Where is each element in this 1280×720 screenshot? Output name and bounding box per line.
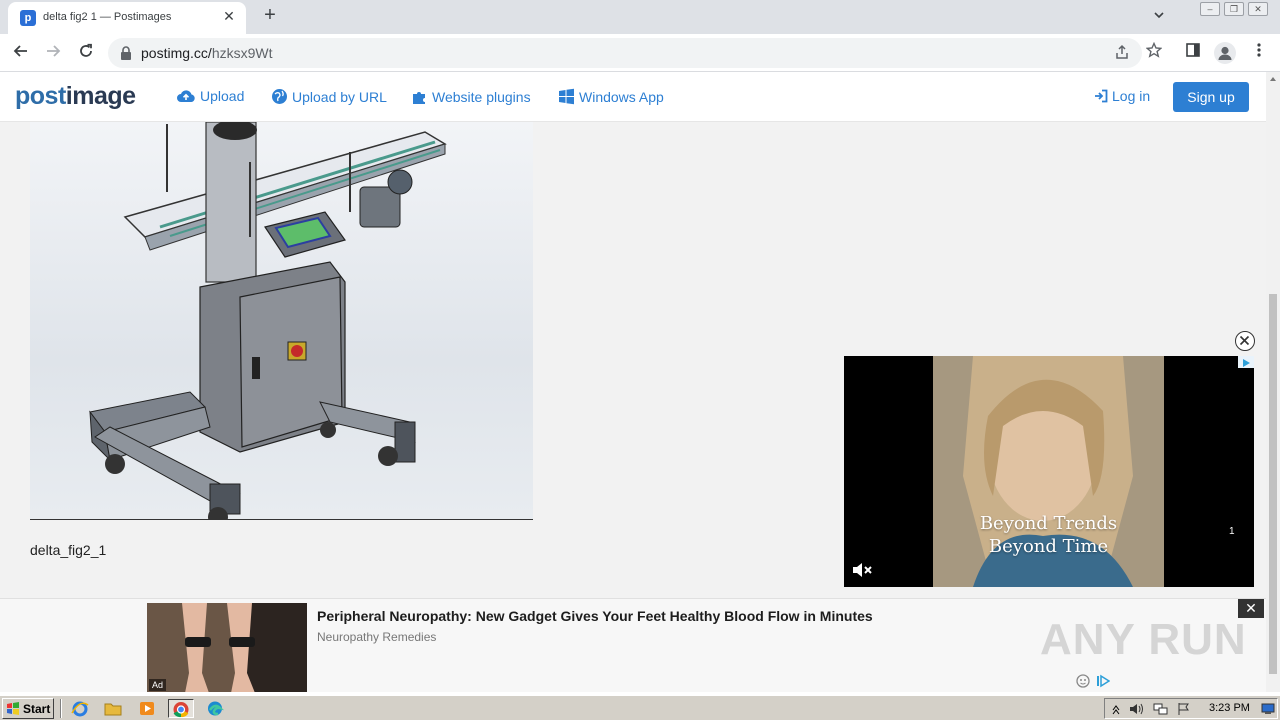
new-tab-button[interactable]: + <box>258 4 282 27</box>
ad-headline[interactable]: Peripheral Neuropathy: New Gadget Gives … <box>317 608 873 624</box>
internet-explorer-icon[interactable] <box>70 699 90 718</box>
back-arrow-icon[interactable] <box>10 42 32 64</box>
logo-post: post <box>15 82 66 110</box>
postimage-logo[interactable]: postimage <box>15 82 136 111</box>
uploaded-image[interactable] <box>30 122 533 520</box>
logo-image: image <box>65 82 136 110</box>
taskbar-separator <box>60 699 62 718</box>
page-scrollbar[interactable] <box>1266 72 1280 692</box>
upload-by-url-link[interactable]: Upload by URL <box>271 88 387 105</box>
browser-tab[interactable]: p delta fig2 1 — Postimages ✕ <box>8 2 246 34</box>
postimages-favicon-icon: p <box>20 10 36 26</box>
ad-badge: Ad <box>149 679 167 691</box>
bookmark-star-icon[interactable] <box>1143 41 1165 64</box>
kebab-menu-icon[interactable] <box>1248 42 1270 64</box>
ad-brand-icons[interactable] <box>1076 674 1110 688</box>
volume-icon[interactable] <box>1129 702 1145 716</box>
video-ad-counter: 1 <box>1229 526 1235 537</box>
smiley-icon <box>1076 674 1090 688</box>
adchoices-logo-icon <box>1097 674 1110 688</box>
lock-icon[interactable] <box>120 45 132 61</box>
legs-illustration <box>147 603 307 692</box>
website-plugins-link[interactable]: Website plugins <box>411 88 531 105</box>
windows-app-link[interactable]: Windows App <box>558 88 664 105</box>
url-text[interactable]: postimg.cc/hzksx9Wt <box>141 45 273 61</box>
video-ad-line-1: Beyond Trends <box>979 513 1118 534</box>
muted-speaker-icon[interactable] <box>851 560 873 580</box>
login-link[interactable]: Log in <box>1094 88 1150 104</box>
windows-logo-icon <box>559 88 574 105</box>
chrome-icon[interactable] <box>168 699 194 718</box>
close-window-icon[interactable]: ✕ <box>1248 2 1268 16</box>
window-controls: – ❐ ✕ <box>1200 2 1268 16</box>
start-button[interactable]: Start <box>2 698 54 719</box>
cloud-upload-icon <box>177 90 195 102</box>
website-plugins-label: Website plugins <box>432 88 531 105</box>
adchoices-icon[interactable] <box>1238 356 1254 368</box>
system-tray <box>1104 698 1278 719</box>
sign-in-icon <box>1095 89 1108 103</box>
tab-search-chevron-icon[interactable] <box>1152 8 1166 27</box>
profile-avatar-icon[interactable] <box>1214 42 1236 64</box>
tab-title: delta fig2 1 — Postimages <box>43 11 172 23</box>
signup-button[interactable]: Sign up <box>1173 82 1249 112</box>
ad-source: Neuropathy Remedies <box>317 630 437 644</box>
anyrun-watermark: ANY RUN <box>1040 615 1247 664</box>
browser-toolbar: postimg.cc/hzksx9Wt <box>0 34 1280 72</box>
bottom-banner-ad[interactable]: Ad Peripheral Neuropathy: New Gadget Giv… <box>0 598 1266 692</box>
side-panel-icon[interactable] <box>1182 42 1204 64</box>
folder-icon[interactable] <box>103 699 123 718</box>
video-ad-frame: Beyond Trends Beyond Time <box>933 356 1164 587</box>
machine-illustration <box>89 122 447 519</box>
windows-flag-icon <box>7 702 19 715</box>
tab-close-button[interactable]: ✕ <box>220 8 238 25</box>
ad-thumbnail[interactable]: Ad <box>147 603 307 692</box>
tray-expand-icon[interactable] <box>1111 703 1121 715</box>
network-icon[interactable] <box>1153 702 1169 716</box>
image-caption: delta_fig2_1 <box>30 542 107 558</box>
minimize-icon[interactable]: – <box>1200 2 1220 16</box>
ad-close-button[interactable]: ✕ <box>1238 599 1264 618</box>
video-ad-close-icon[interactable] <box>1235 331 1255 351</box>
puzzle-icon <box>413 92 425 104</box>
reload-icon[interactable] <box>75 42 97 64</box>
action-center-flag-icon[interactable] <box>1177 702 1191 716</box>
video-ad-line-2: Beyond Time <box>988 536 1109 557</box>
upload-by-url-label: Upload by URL <box>292 88 387 105</box>
taskbar-clock: 3:23 PM <box>1209 702 1250 714</box>
start-label: Start <box>23 701 51 716</box>
restore-icon[interactable]: ❐ <box>1224 2 1244 16</box>
scrollbar-thumb[interactable] <box>1269 294 1277 674</box>
media-player-icon[interactable] <box>137 699 157 718</box>
upload-label: Upload <box>200 88 245 104</box>
site-navbar: postimage Upload Upload by URL Website p… <box>0 72 1266 122</box>
forward-arrow-icon[interactable] <box>42 42 64 64</box>
windows-taskbar: Start 3:23 PM <box>0 695 1280 720</box>
upload-link[interactable]: Upload <box>176 88 244 104</box>
url-host: postimg.cc/ <box>141 45 212 61</box>
login-label: Log in <box>1112 88 1151 104</box>
globe-icon <box>272 89 287 104</box>
video-ad[interactable]: Beyond Trends Beyond Time 1 <box>844 356 1254 587</box>
tab-strip: p delta fig2 1 — Postimages ✕ + – ❐ ✕ <box>0 0 1280 34</box>
show-desktop-icon[interactable] <box>1261 703 1275 715</box>
scroll-up-arrow-icon[interactable] <box>1266 73 1280 85</box>
edge-icon[interactable] <box>205 699 225 718</box>
share-icon[interactable] <box>1113 44 1131 62</box>
url-path: hzksx9Wt <box>211 45 273 61</box>
web-page: postimage Upload Upload by URL Website p… <box>0 72 1280 692</box>
windows-app-label: Windows App <box>579 88 664 105</box>
address-bar[interactable]: postimg.cc/hzksx9Wt <box>108 38 1142 68</box>
